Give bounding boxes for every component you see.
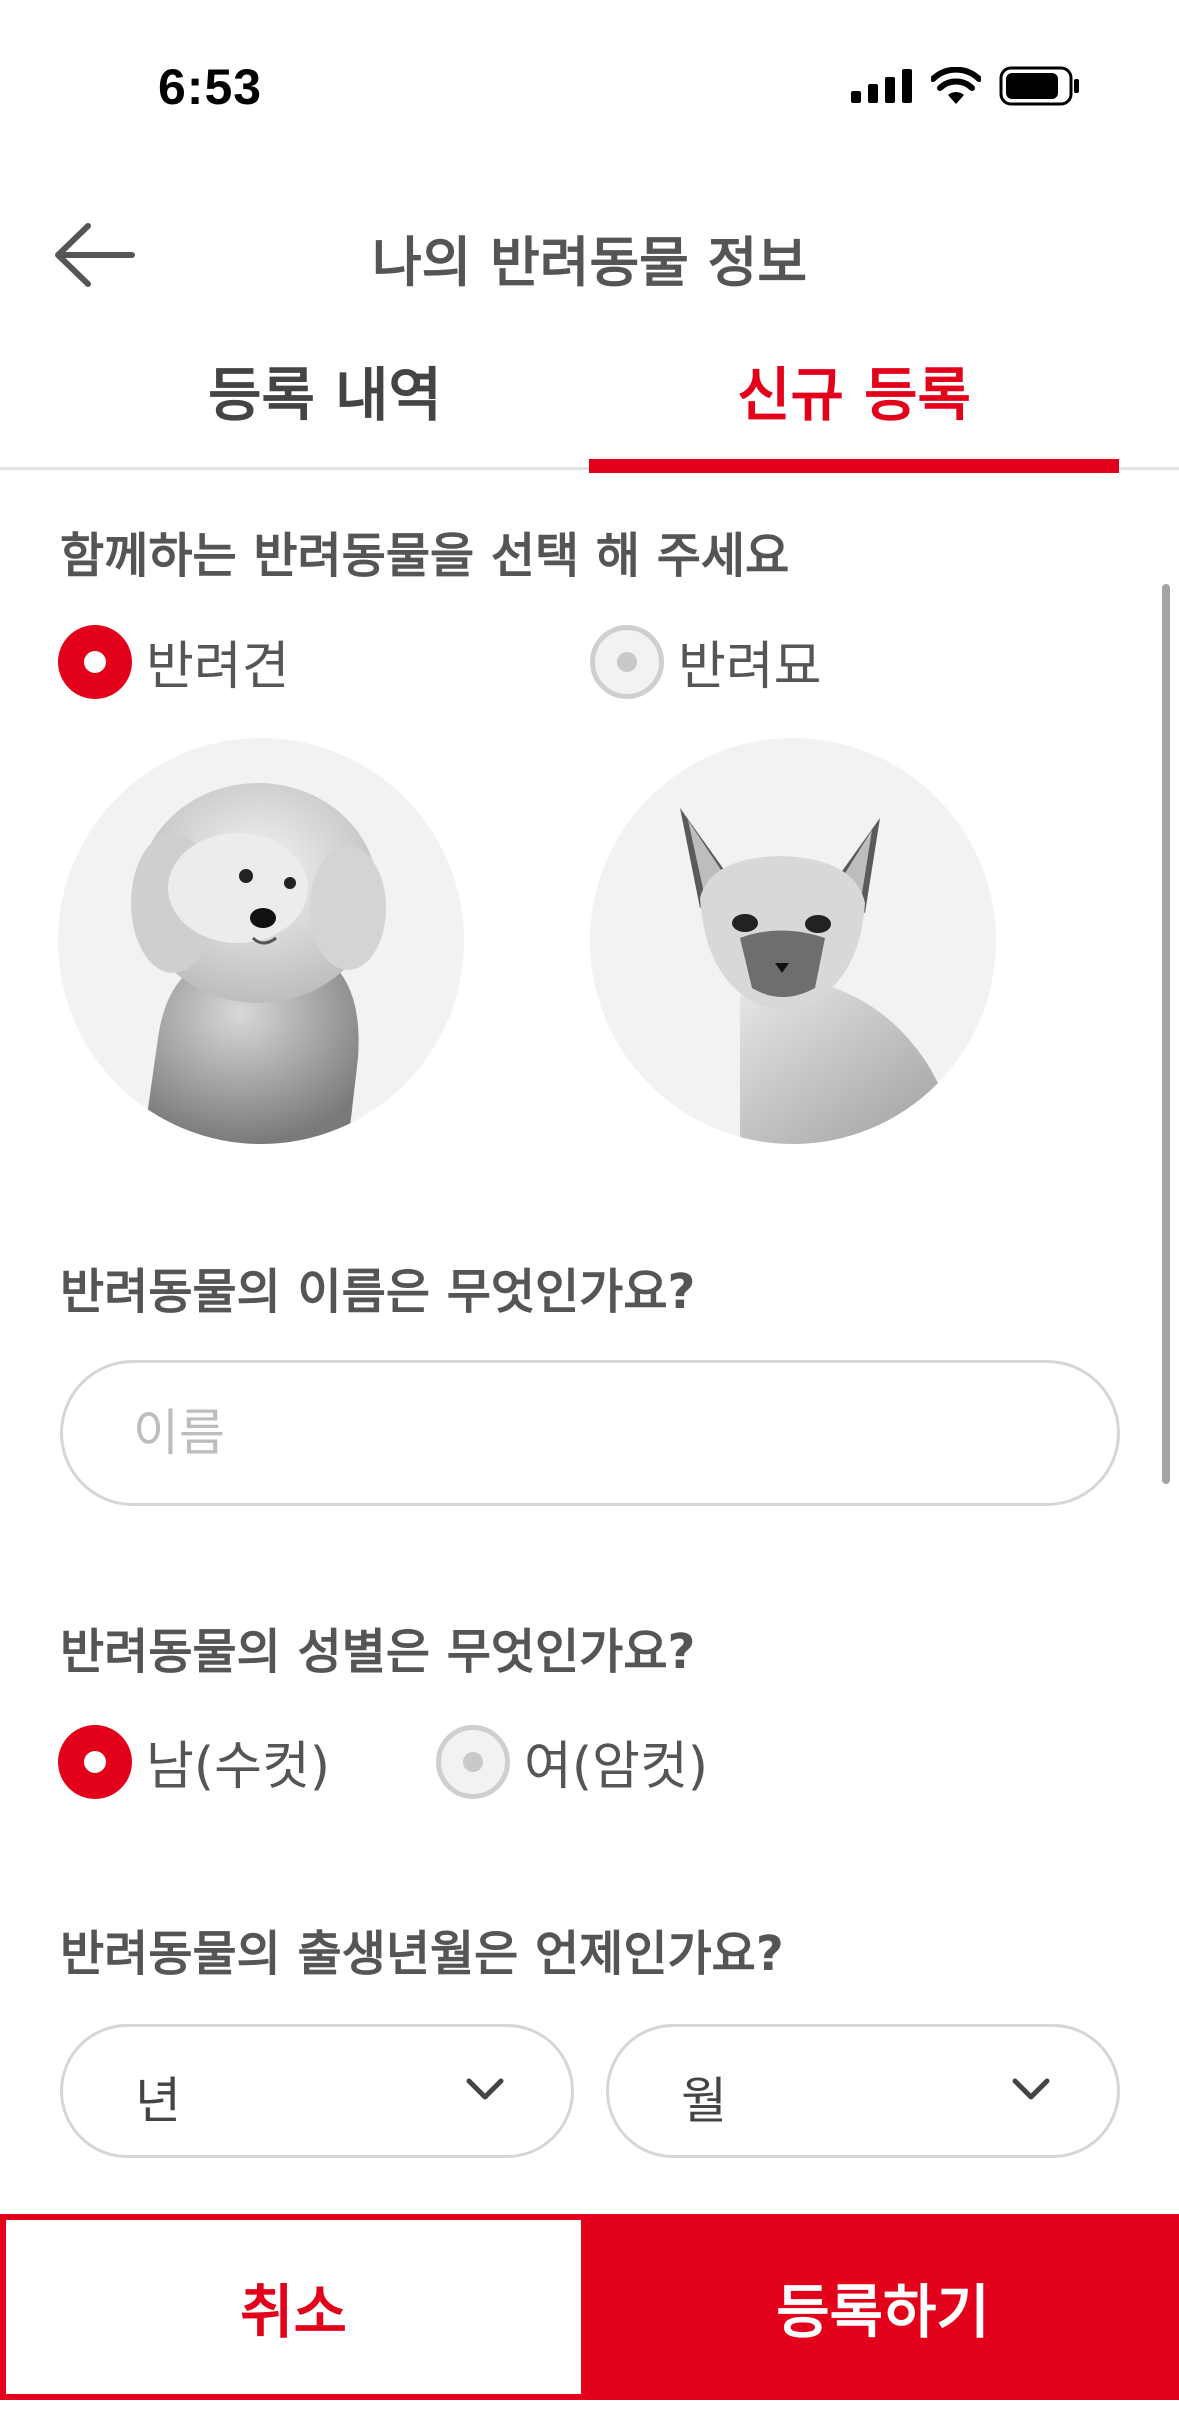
radio-unselected-icon [436,1724,510,1799]
gender-male-label: 남(수컷) [146,1737,331,1797]
species-dog-radio[interactable]: 반려견 [58,624,290,699]
radio-selected-icon [58,624,132,699]
cat-photo[interactable] [590,738,996,1144]
gender-female-label: 여(암컷) [524,1737,709,1797]
radio-unselected-icon [590,624,664,699]
birth-year-value: 년 [135,2072,181,2130]
gender-question: 반려동물의 성별은 무엇인가요? [60,1624,696,1680]
chevron-down-icon [466,2078,504,2100]
birth-month-value: 월 [681,2072,727,2130]
page-title: 나의 반려동물 정보 [371,231,808,294]
dog-illustration [131,783,386,1144]
chevron-down-icon [1012,2078,1050,2100]
scrollbar[interactable] [1162,584,1170,1484]
radio-selected-icon [58,1724,132,1799]
status-time: 6:53 [158,59,263,115]
app-header: 나의 반려동물 정보 [0,190,1179,320]
cancel-button[interactable]: 취소 [0,2214,587,2400]
tab-new-registration[interactable]: 신규 등록 [589,330,1119,473]
wifi-icon [931,67,981,104]
pet-name-input[interactable] [60,1360,1120,1506]
status-bar: 6:53 [0,0,1179,170]
cat-illustration [680,808,970,1144]
gender-female-radio[interactable]: 여(암컷) [436,1724,708,1799]
species-question: 함께하는 반려동물을 선택 해 주세요 [60,528,790,584]
name-question: 반려동물의 이름은 무엇인가요? [60,1264,696,1320]
status-icons [851,66,1081,106]
birth-question: 반려동물의 출생년월은 언제인가요? [60,1926,784,1982]
cellular-signal-icon [851,69,912,103]
gender-male-radio[interactable]: 남(수컷) [58,1724,330,1799]
species-cat-label: 반려묘 [678,637,822,697]
tab-registration-history[interactable]: 등록 내역 [60,330,590,470]
species-dog-label: 반려견 [146,637,290,697]
register-button[interactable]: 등록하기 [587,2214,1179,2400]
battery-icon [999,66,1079,106]
dog-photo[interactable] [58,738,464,1144]
birth-month-select[interactable]: 월 [606,2024,1120,2158]
tab-bar: 등록 내역 신규 등록 [0,330,1179,473]
footer-actions: 취소 등록하기 [0,2214,1179,2411]
birth-year-select[interactable]: 년 [60,2024,574,2158]
species-cat-radio[interactable]: 반려묘 [590,624,822,699]
